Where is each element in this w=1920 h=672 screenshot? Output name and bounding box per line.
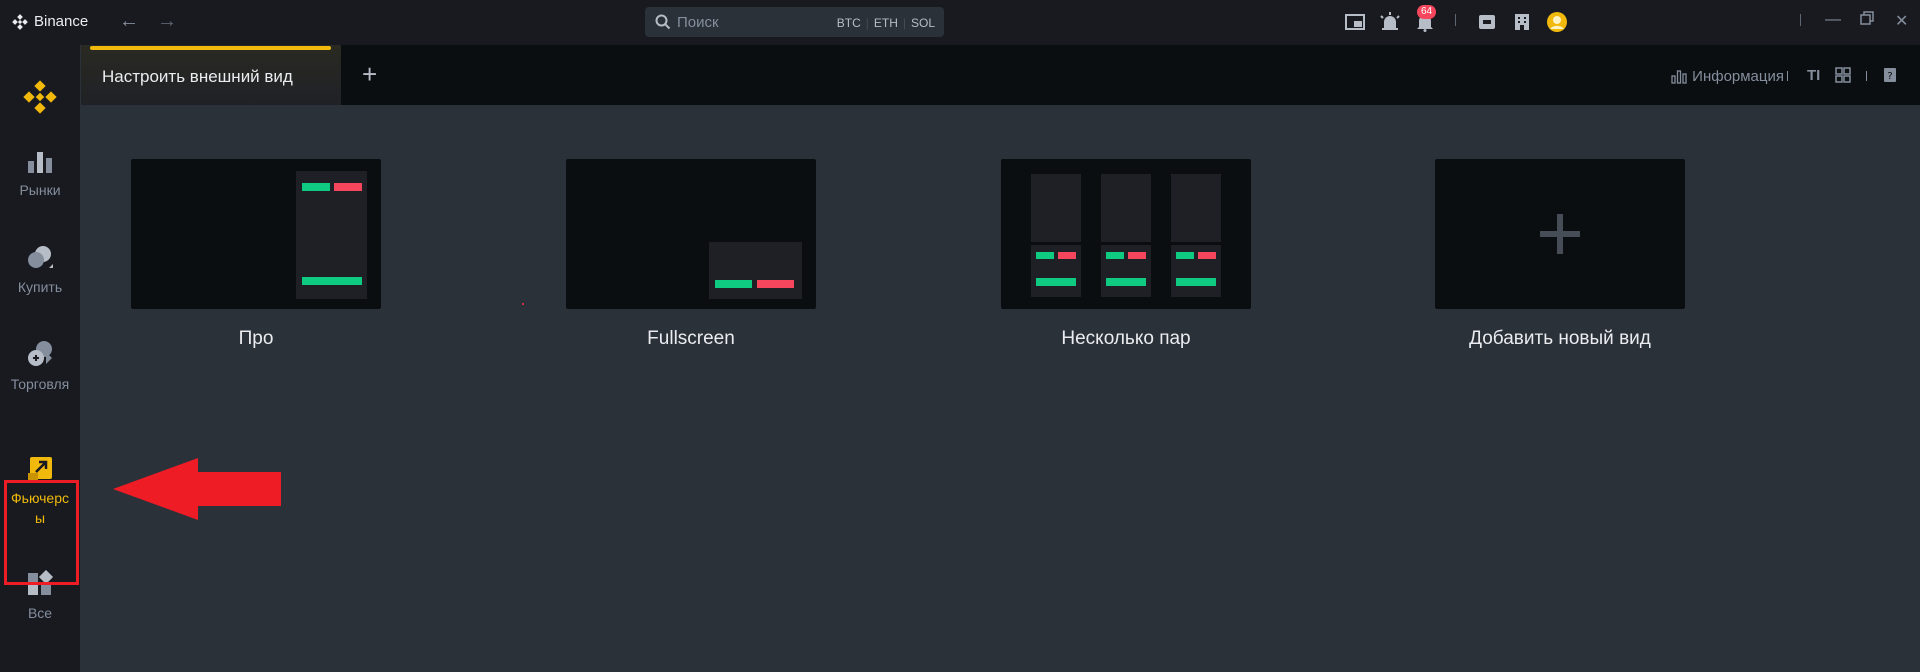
annotation-highlight-box [4,480,79,585]
brand-name: Binance [34,13,89,30]
preview-buy-bar [1036,252,1054,259]
title-bar: Binance ← → Поиск BTC | ETH | SOL 64 — ✕ [0,0,1920,45]
tab-bar: Настроить внешний вид + Информация TI ? [81,45,1920,105]
search-bar[interactable]: Поиск BTC | ETH | SOL [645,7,944,37]
tab-label: Настроить внешний вид [102,67,293,86]
layout-label-fullscreen: Fullscreen [647,328,735,349]
preview-sell-bar [334,183,362,191]
search-tag-eth[interactable]: ETH [874,16,898,30]
help-document-icon[interactable]: ? [1883,67,1897,87]
sidebar-item-trade[interactable]: Торговля [0,339,80,394]
info-chart-icon [1671,69,1687,84]
annotation-arrow-icon [113,458,281,520]
preview-sell-bar [1128,252,1146,259]
divider [1787,71,1788,81]
sidebar-item-label: Торговля [10,376,70,392]
info-button[interactable]: Информация [1671,68,1784,85]
active-tab-indicator [90,46,331,50]
preview-buy-bar [302,277,362,285]
sidebar-item-label: Рынки [19,182,61,198]
preview-buy-bar [1036,278,1076,286]
layout-card-pro[interactable] [131,159,381,309]
close-icon[interactable]: ✕ [1895,11,1908,31]
restore-icon[interactable] [1860,11,1874,30]
preview-buy-bar [302,183,330,191]
preview-panel [709,242,802,299]
building-icon[interactable] [1511,11,1533,33]
search-placeholder: Поиск [677,14,719,31]
forward-arrow-icon[interactable]: → [157,10,177,33]
layout-label-add-new: Добавить новый вид [1469,328,1651,349]
preview-panel [1171,174,1221,242]
layout-card-add-new[interactable] [1435,159,1685,309]
preview-buy-bar [715,280,752,288]
preview-sell-bar [1058,252,1076,259]
preview-buy-bar [1106,278,1146,286]
stray-pixel [522,303,524,305]
search-tag-btc[interactable]: BTC [837,16,861,30]
add-tab-button[interactable]: + [362,59,377,90]
divider [1455,14,1456,26]
preview-sell-bar [1198,252,1216,259]
preview-panel [1031,174,1081,242]
text-size-icon[interactable]: TI [1807,67,1820,84]
sidebar-item-label: Купить [17,279,63,295]
search-tags: BTC | ETH | SOL [836,16,935,30]
notification-badge: 64 [1417,5,1437,19]
binance-logo-icon [23,80,57,114]
picture-in-picture-icon[interactable] [1344,11,1366,33]
minimize-icon[interactable]: — [1825,11,1841,29]
avatar[interactable] [1546,11,1568,33]
brand[interactable]: Binance [12,13,88,30]
sidebar: Рынки Купить Торговля Фьючерсы Все [0,45,81,672]
divider [1800,14,1801,26]
layout-card-fullscreen[interactable] [566,159,816,309]
divider [1866,71,1867,81]
preview-sell-bar [757,280,794,288]
plus-icon [1540,214,1580,254]
preview-buy-bar [1176,278,1216,286]
sidebar-item-buy[interactable]: Купить [0,244,80,297]
futures-icon [28,457,52,481]
info-label: Информация [1692,68,1784,85]
search-icon [655,14,671,30]
back-arrow-icon[interactable]: ← [119,10,139,33]
svg-text:?: ? [1887,71,1892,82]
tab-customize-layout[interactable]: Настроить внешний вид [81,45,341,105]
layout-card-multi-pair[interactable] [1001,159,1251,309]
grid-layout-icon[interactable] [1835,67,1851,87]
preview-panel [1101,174,1151,242]
binance-logo-icon [12,13,28,30]
buy-icon [28,246,53,268]
alarm-icon[interactable] [1379,11,1401,33]
markets-icon [28,152,52,173]
trade-icon [28,341,52,366]
layout-label-pro: Про [238,328,274,349]
sidebar-item-label: Все [27,605,53,621]
search-tag-sol[interactable]: SOL [911,16,935,30]
preview-buy-bar [1106,252,1124,259]
sidebar-logo[interactable] [0,80,80,119]
wallet-icon[interactable] [1476,11,1498,33]
layout-label-multi-pair: Несколько пар [1061,328,1191,349]
preview-buy-bar [1176,252,1194,259]
sidebar-item-markets[interactable]: Рынки [0,149,80,200]
